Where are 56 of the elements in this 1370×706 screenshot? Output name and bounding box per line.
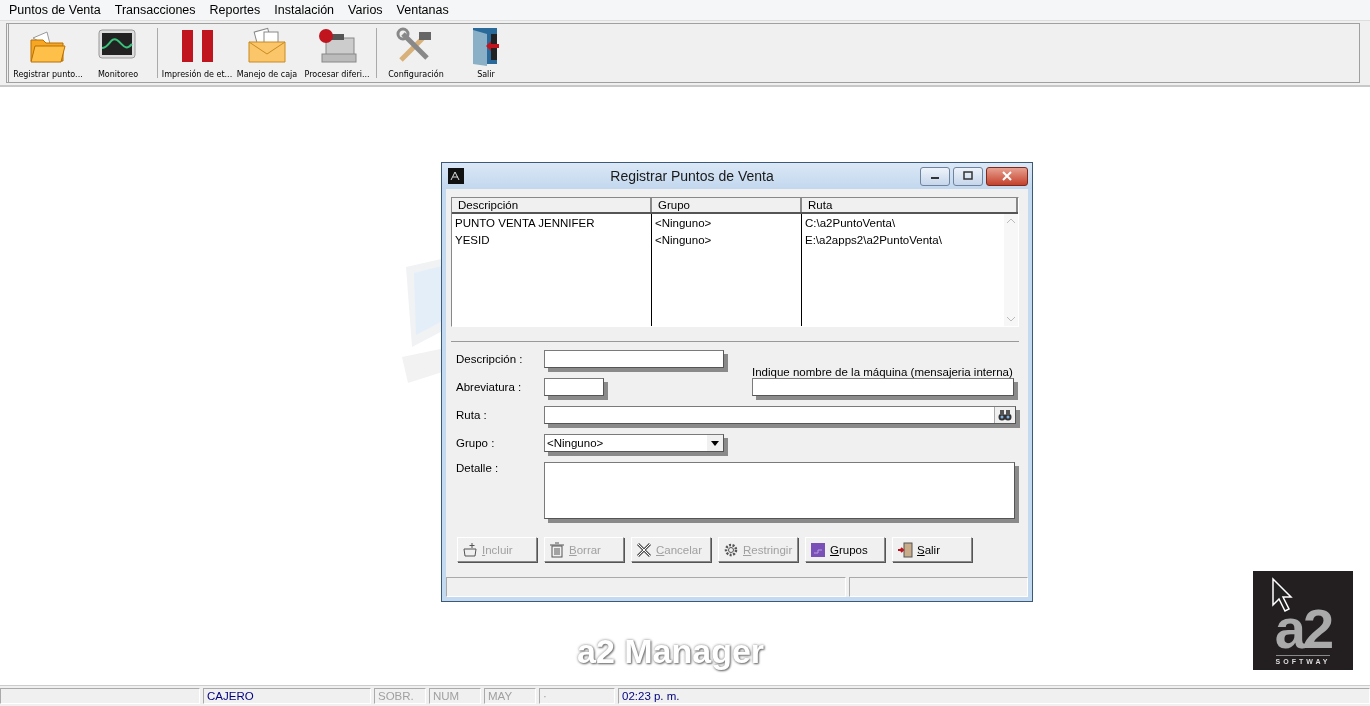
field-label: Descripción : xyxy=(456,353,524,365)
gear-icon xyxy=(723,541,739,558)
toolbar-button[interactable]: Salir xyxy=(451,24,521,82)
binoculars-icon xyxy=(997,408,1013,422)
table-cell-text: <Ninguno> xyxy=(655,216,713,231)
status-panel: SOBR. xyxy=(374,688,426,704)
action-button[interactable]: Grupos xyxy=(805,537,885,562)
field-label: Ruta : xyxy=(456,409,488,421)
exit-door-icon xyxy=(897,541,913,558)
close-button[interactable] xyxy=(986,166,1028,186)
maximize-button[interactable] xyxy=(953,166,983,186)
browse-button[interactable] xyxy=(994,407,1015,423)
menu-item[interactable]: Puntos de Venta xyxy=(2,1,108,19)
toolbar-button[interactable]: Manejo de caja xyxy=(232,24,302,82)
table-cell-text: E:\a2apps2\a2PuntoVenta\ xyxy=(805,232,943,248)
toolbar-button[interactable]: Configuración xyxy=(381,24,451,82)
column-header[interactable]: Grupo xyxy=(652,198,802,212)
status-panel: NUM xyxy=(429,688,481,704)
toolbar-button[interactable]: Registrar punto... xyxy=(13,24,83,82)
minimize-button[interactable] xyxy=(920,166,950,186)
trash-icon xyxy=(549,541,565,558)
app-icon xyxy=(448,168,464,184)
envelope-icon xyxy=(246,26,288,66)
column-header[interactable]: Descripción xyxy=(452,198,652,212)
action-button[interactable]: Salir xyxy=(892,537,972,562)
close-icon xyxy=(1002,171,1012,181)
cash-register-icon xyxy=(316,26,358,66)
maximize-icon xyxy=(963,171,973,181)
menu-item[interactable]: Varios xyxy=(341,1,390,19)
status-panel: CAJERO xyxy=(203,688,371,704)
caret-icon xyxy=(711,440,719,446)
logo-mark: a2 xyxy=(1274,603,1332,655)
app-title: a2 Manager xyxy=(577,632,765,671)
field-label: Indique nombre de la máquina (mensajeria interna) xyxy=(752,366,1013,378)
column-header[interactable]: Ruta xyxy=(802,198,1018,212)
menu-item[interactable]: Reportes xyxy=(202,1,268,19)
toolbar-button[interactable]: Monitoreo xyxy=(83,24,153,82)
status-panel: 02:23 p. m. xyxy=(618,688,1370,704)
status-panel: MAY xyxy=(484,688,536,704)
field-label: Abreviatura : xyxy=(456,381,523,393)
table-cell-text: YESID xyxy=(455,232,491,248)
menu-item[interactable]: Instalación xyxy=(267,1,342,19)
menu-item[interactable]: Ventanas xyxy=(389,1,456,19)
basket-icon xyxy=(462,541,478,558)
menu-item[interactable]: Transacciones xyxy=(107,1,203,19)
field-label: Detalle : xyxy=(456,462,500,474)
puzzle-icon xyxy=(810,541,826,558)
toolbar-button[interactable]: Impresión de et... xyxy=(162,24,232,82)
table-cell-text: PUNTO VENTA JENNIFER xyxy=(455,216,596,231)
status-panel: · xyxy=(539,688,615,704)
table-cell-text: C:\a2PuntoVenta\ xyxy=(805,216,897,231)
cross-icon xyxy=(636,541,652,558)
field-label: Grupo : xyxy=(456,437,496,449)
toolbar-button[interactable]: Procesar diferi... xyxy=(302,24,372,82)
window-title: Registrar Puntos de Venta xyxy=(609,168,775,184)
table-cell-text: <Ninguno> xyxy=(655,232,713,248)
